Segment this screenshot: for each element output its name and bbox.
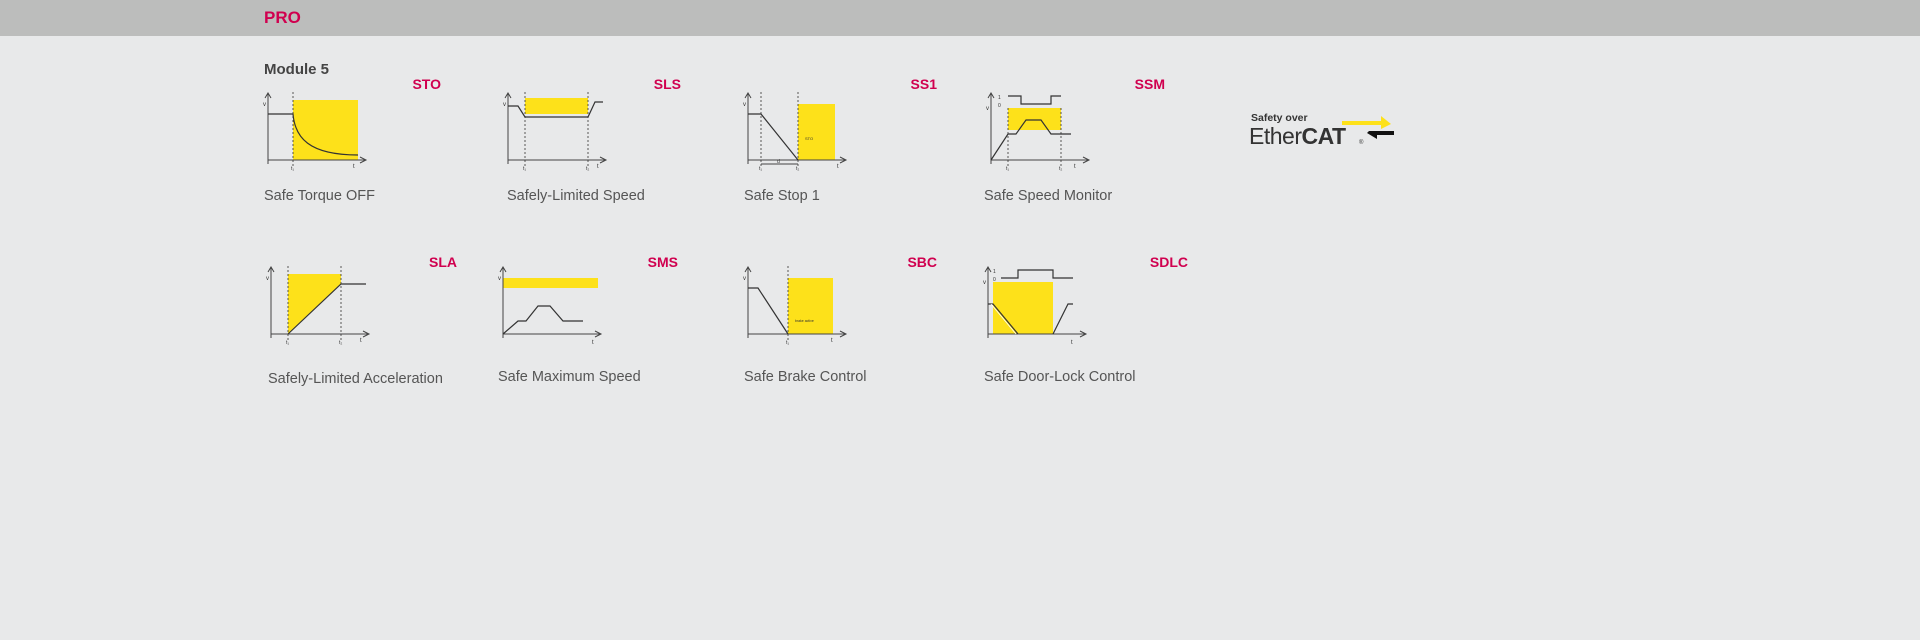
svg-text:t: t: [597, 164, 599, 170]
function-caption-ss1: Safe Stop 1: [744, 188, 820, 204]
svg-text:0: 0: [998, 103, 1001, 109]
svg-text:t₁: t₁: [291, 166, 294, 172]
svg-text:t: t: [831, 338, 833, 344]
section-title: Module 5: [264, 61, 330, 78]
svg-text:brake active: brake active: [795, 319, 814, 323]
svg-text:v: v: [743, 276, 746, 282]
function-caption-sbc: Safe Brake Control: [744, 369, 867, 385]
sto-diagram: v t₁ t: [263, 92, 368, 172]
function-code-sla: SLA: [429, 254, 457, 270]
function-caption-sls: Safely-Limited Speed: [507, 188, 645, 204]
svg-text:1: 1: [998, 95, 1001, 101]
function-code-sls: SLS: [653, 76, 681, 92]
svg-text:v: v: [983, 280, 986, 286]
svg-text:t: t: [360, 338, 362, 344]
sms-diagram: v t: [498, 266, 603, 346]
ssm-diagram: 1 0 v t₁ t₂ t: [986, 92, 1091, 172]
svg-text:v: v: [263, 102, 266, 108]
function-code-sbc: SBC: [907, 254, 937, 270]
svg-text:t: t: [1074, 164, 1076, 170]
svg-text:v: v: [266, 276, 269, 282]
svg-text:v: v: [743, 102, 746, 108]
header-title: PRO: [264, 8, 301, 27]
function-caption-sla: Safely-Limited Acceleration: [268, 371, 443, 387]
svg-text:t₂: t₂: [339, 340, 342, 346]
svg-text:®: ®: [1359, 139, 1364, 146]
svg-text:t₁: t₁: [786, 340, 789, 346]
svg-text:v: v: [986, 106, 989, 112]
svg-text:t: t: [592, 340, 594, 346]
svg-text:EtherCAT: EtherCAT: [1249, 123, 1346, 149]
ss1-diagram: STO v d t₁ t₂ t: [743, 92, 848, 172]
function-caption-sdlc: Safe Door-Lock Control: [984, 369, 1136, 385]
svg-text:t₂: t₂: [586, 166, 589, 172]
svg-text:d: d: [777, 159, 780, 165]
function-caption-sms: Safe Maximum Speed: [498, 369, 641, 385]
sla-diagram: v t₁ t₂ t: [266, 266, 371, 346]
header-bar: PRO: [0, 0, 1920, 36]
function-caption-sto: Safe Torque OFF: [264, 188, 375, 204]
function-code-sms: SMS: [647, 254, 678, 270]
function-code-sdlc: SDLC: [1149, 254, 1188, 270]
sdlc-diagram: 1 0 v t: [983, 266, 1088, 346]
svg-text:t₂: t₂: [796, 166, 799, 172]
svg-text:t: t: [837, 164, 839, 170]
sls-diagram: v t₁ t₂ t: [503, 92, 608, 172]
svg-text:v: v: [498, 276, 501, 282]
sbc-diagram: brake active v t₁ t: [743, 266, 848, 346]
function-code-ss1: SS1: [910, 76, 937, 92]
svg-text:1: 1: [993, 269, 996, 275]
function-code-ssm: SSM: [1134, 76, 1165, 92]
svg-text:t₁: t₁: [1006, 166, 1009, 172]
svg-text:t₁: t₁: [286, 340, 289, 346]
svg-text:0: 0: [993, 277, 996, 283]
svg-text:t₁: t₁: [759, 166, 762, 172]
svg-text:t₁: t₁: [523, 166, 526, 172]
svg-text:t: t: [353, 164, 355, 170]
svg-text:STO: STO: [805, 136, 813, 141]
function-code-sto: STO: [412, 76, 441, 92]
svg-text:t: t: [1071, 340, 1073, 346]
svg-text:t₂: t₂: [1059, 166, 1062, 172]
svg-text:v: v: [503, 102, 506, 108]
function-caption-ssm: Safe Speed Monitor: [984, 188, 1113, 204]
safety-over-ethercat-logo: Safety over EtherCAT ®: [1249, 112, 1394, 149]
